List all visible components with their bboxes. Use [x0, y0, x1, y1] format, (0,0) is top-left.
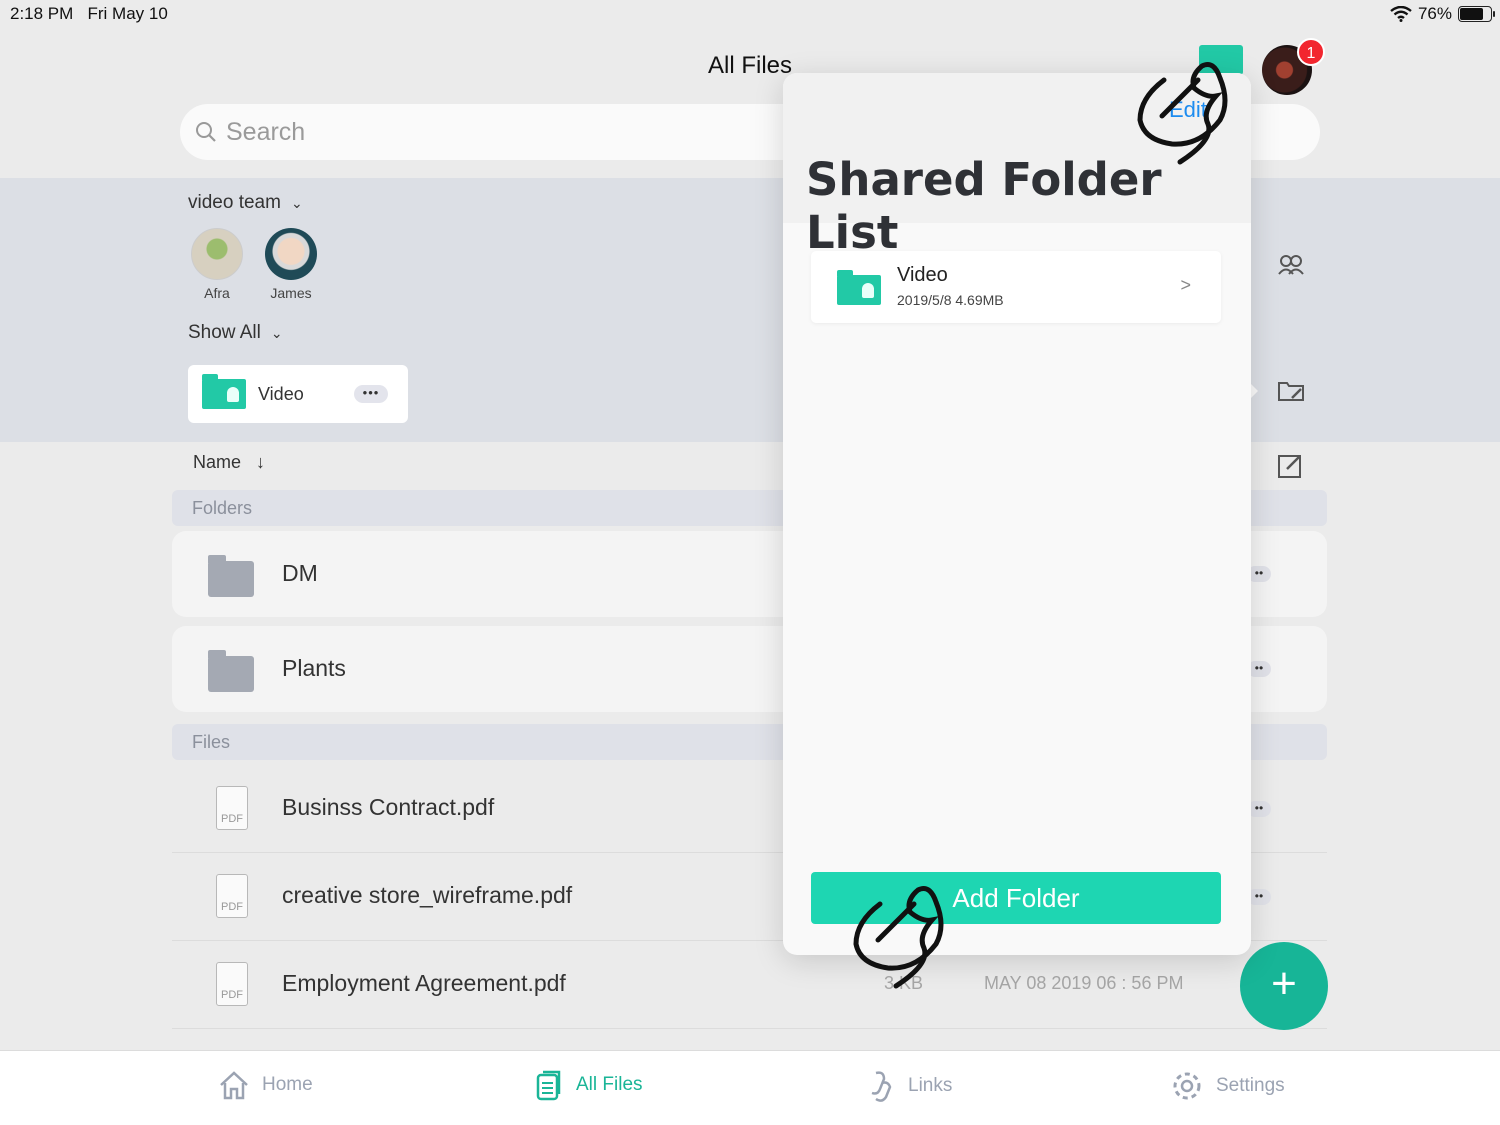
chevron-down-icon: ⌄: [270, 325, 283, 341]
shared-folder-popover: Edit Shared Folder List Video 2019/5/8 4…: [783, 73, 1251, 955]
tab-links[interactable]: Links: [866, 1069, 952, 1103]
tab-label: Settings: [1216, 1075, 1285, 1096]
tab-bar: Home All Files Links Settings: [0, 1050, 1500, 1125]
team-folder-card[interactable]: Video •••: [188, 365, 408, 423]
popover-title: Shared Folder List: [806, 153, 1162, 259]
folder-meta: 2019/5/8 4.69MB: [897, 292, 1004, 308]
battery-percent: 76%: [1417, 4, 1452, 23]
pdf-icon: PDF: [216, 786, 248, 830]
tab-all-files[interactable]: All Files: [534, 1069, 643, 1101]
more-options-button[interactable]: •••: [354, 385, 388, 403]
shared-folder-item[interactable]: Video 2019/5/8 4.69MB >: [811, 251, 1221, 323]
shared-folder-icon: [202, 374, 246, 409]
people-icon[interactable]: [1276, 250, 1306, 280]
edit-icon[interactable]: [1276, 450, 1306, 480]
folder-icon: [208, 650, 254, 692]
tab-home[interactable]: Home: [218, 1069, 313, 1101]
team-name: video team: [188, 192, 281, 213]
file-date: MAY 08 2019 06 : 56 PM: [984, 973, 1184, 993]
battery-level: [1460, 8, 1483, 20]
status-time: 2:18 PM Fri May 10: [10, 4, 168, 23]
filter-label: Show All: [188, 322, 261, 343]
file-name: Businss Contract.pdf: [282, 794, 495, 820]
team-selector[interactable]: video team ⌄: [188, 192, 303, 214]
tab-label: All Files: [576, 1074, 643, 1095]
search-input[interactable]: [226, 117, 726, 147]
tap-gesture-mark: [853, 886, 944, 989]
notification-badge: 1: [1297, 38, 1325, 66]
avatar: [191, 228, 243, 280]
folder-name: Video: [897, 264, 948, 286]
tab-settings[interactable]: Settings: [1170, 1069, 1285, 1103]
wifi-icon: [1390, 6, 1412, 22]
sort-label: Name: [193, 452, 242, 472]
file-name: Employment Agreement.pdf: [282, 970, 566, 996]
add-button[interactable]: +: [1240, 942, 1328, 1030]
tap-gesture-mark: [1137, 62, 1228, 165]
folder-edit-icon[interactable]: [1276, 376, 1306, 406]
chevron-down-icon: ⌄: [290, 195, 303, 211]
show-all-filter[interactable]: Show All ⌄: [188, 322, 283, 344]
shared-folder-icon: [837, 270, 881, 305]
gear-icon: [1173, 1072, 1201, 1100]
search-icon: [196, 122, 216, 142]
member-james[interactable]: James: [256, 228, 326, 301]
avatar: [265, 228, 317, 280]
home-icon: [220, 1071, 248, 1100]
arrow-down-icon: ↓: [256, 452, 266, 472]
folder-name: DM: [282, 560, 318, 586]
folder-icon: [208, 555, 254, 597]
link-icon: [871, 1071, 892, 1102]
tab-label: Links: [908, 1075, 953, 1096]
files-icon: [536, 1070, 561, 1101]
member-name: James: [270, 285, 312, 301]
chevron-right-icon: >: [1180, 275, 1191, 295]
file-name: creative store_wireframe.pdf: [282, 882, 573, 908]
member-afra[interactable]: Afra: [182, 228, 252, 301]
folder-name: Video: [258, 383, 304, 404]
folder-name: Plants: [282, 655, 346, 681]
sort-control[interactable]: Name ↓: [193, 452, 265, 473]
member-name: Afra: [204, 285, 230, 301]
pdf-icon: PDF: [216, 874, 248, 918]
tab-label: Home: [262, 1074, 313, 1095]
status-indicators: 76%: [1390, 4, 1495, 24]
pdf-icon: PDF: [216, 962, 248, 1006]
battery-icon: [1458, 6, 1495, 22]
